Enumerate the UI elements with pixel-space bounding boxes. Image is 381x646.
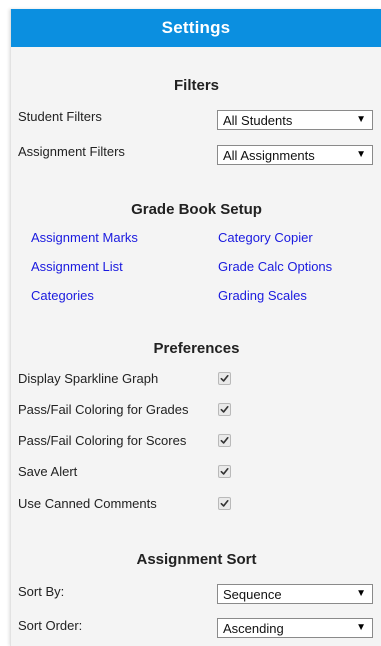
student-filters-label: Student Filters (18, 109, 102, 124)
pref-label-passfail-scores: Pass/Fail Coloring for Scores (18, 433, 187, 448)
settings-panel: Settings Filters Student Filters All Stu… (10, 9, 381, 646)
student-filters-value: All Students (223, 112, 293, 128)
pref-label-save-alert: Save Alert (18, 464, 78, 479)
sort-order-value: Ascending (223, 620, 284, 636)
panel-header: Settings (11, 9, 381, 47)
sort-by-label: Sort By: (18, 584, 65, 599)
checkmark-icon (220, 405, 229, 413)
checkmark-icon (220, 499, 229, 507)
chevron-down-icon: ▼ (356, 149, 366, 160)
student-filters-select[interactable]: All Students ▼ (217, 110, 373, 130)
chevron-down-icon: ▼ (356, 588, 366, 599)
assignment-filters-label: Assignment Filters (18, 144, 125, 159)
filters-title: Filters (173, 77, 219, 94)
pref-label-canned-comments: Use Canned Comments (18, 496, 157, 511)
passfail-grades-checkbox[interactable] (218, 403, 231, 416)
sort-by-value: Sequence (223, 586, 282, 602)
preferences-title: Preferences (153, 340, 240, 357)
pref-label-sparkline: Display Sparkline Graph (18, 371, 159, 386)
panel-title: Settings (161, 18, 231, 37)
save-alert-checkbox[interactable] (218, 465, 231, 478)
category-copier-link[interactable]: Category Copier (218, 230, 313, 245)
checkmark-icon (220, 436, 229, 444)
chevron-down-icon: ▼ (356, 622, 366, 633)
categories-link[interactable]: Categories (31, 288, 94, 303)
assignment-sort-title: Assignment Sort (136, 551, 257, 568)
checkmark-icon (220, 374, 229, 382)
passfail-scores-checkbox[interactable] (218, 434, 231, 447)
sort-order-label: Sort Order: (18, 618, 83, 633)
canned-comments-checkbox[interactable] (218, 497, 231, 510)
assignment-marks-link[interactable]: Assignment Marks (31, 230, 138, 245)
sort-by-select[interactable]: Sequence ▼ (217, 584, 373, 604)
grading-scales-link[interactable]: Grading Scales (218, 288, 307, 303)
assignment-filters-value: All Assignments (223, 147, 315, 163)
assignment-list-link[interactable]: Assignment List (31, 259, 123, 274)
pref-label-passfail-grades: Pass/Fail Coloring for Grades (18, 402, 189, 417)
gradebook-title: Grade Book Setup (131, 201, 262, 218)
checkmark-icon (220, 467, 229, 475)
grade-calc-options-link[interactable]: Grade Calc Options (218, 259, 332, 274)
assignment-filters-select[interactable]: All Assignments ▼ (217, 145, 373, 165)
sort-order-select[interactable]: Ascending ▼ (217, 618, 373, 638)
chevron-down-icon: ▼ (356, 114, 366, 125)
sparkline-checkbox[interactable] (218, 372, 231, 385)
